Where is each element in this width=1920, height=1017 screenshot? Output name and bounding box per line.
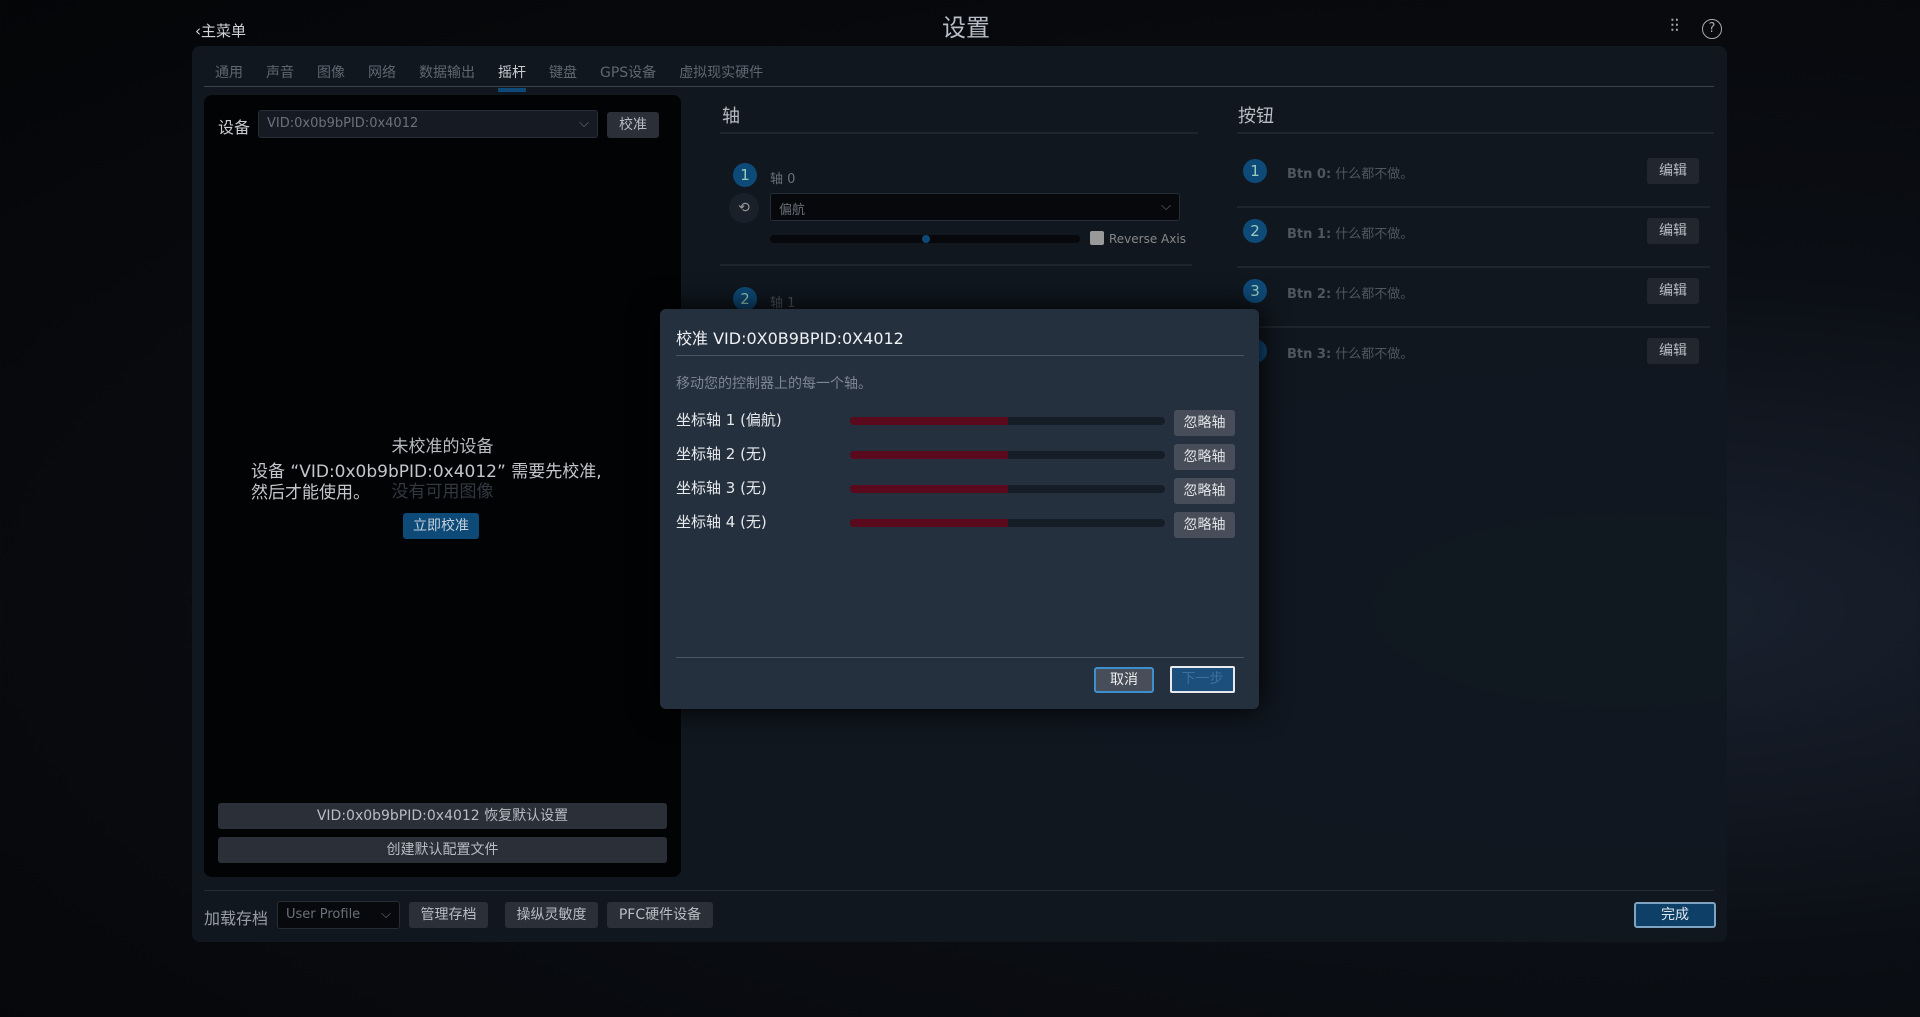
calibrate-now-button[interactable]: 立即校准	[403, 513, 479, 539]
profile-select-value: User Profile	[286, 907, 361, 922]
button-action: 什么都不做。	[1335, 227, 1414, 242]
edit-button[interactable]: 编辑	[1647, 218, 1699, 244]
button-action: 什么都不做。	[1335, 287, 1414, 302]
axis-calibration-fill	[850, 451, 1008, 459]
button-list: 1 Btn 0: 什么都不做。 编辑 2 Btn 1: 什么都不做。 编辑 3 Btn 2…	[1237, 148, 1710, 388]
ignore-axis-button[interactable]: 忽略轴	[1174, 444, 1235, 470]
manage-profiles-button[interactable]: 管理存档	[409, 902, 488, 928]
divider	[720, 264, 1192, 266]
back-button[interactable]: ‹主菜单	[195, 20, 246, 41]
chevron-down-icon: ⌵	[1161, 199, 1171, 214]
edit-button[interactable]: 编辑	[1647, 278, 1699, 304]
list-item: 2 Btn 1: 什么都不做。 编辑	[1237, 208, 1710, 268]
profile-select[interactable]: User Profile ⌵	[277, 901, 400, 929]
axis-position-slider	[770, 235, 1080, 243]
device-select[interactable]: VID:0x0b9bPID:0x4012 ⌵	[258, 110, 598, 138]
list-item: 3 Btn 2: 什么都不做。 编辑	[1237, 268, 1710, 328]
button-action: 什么都不做。	[1335, 347, 1414, 362]
edit-button[interactable]: 编辑	[1647, 338, 1699, 364]
tab-general[interactable]: 通用	[215, 62, 243, 92]
tab-graphics[interactable]: 图像	[317, 62, 345, 92]
help-icon[interactable]: ?	[1702, 19, 1722, 39]
list-item: 1 Btn 0: 什么都不做。 编辑	[1237, 148, 1710, 208]
divider	[676, 355, 1244, 356]
dialog-title: 校准 VID:0X0B9BPID:0X4012	[676, 329, 904, 348]
sensitivity-button[interactable]: 操纵灵敏度	[505, 902, 598, 928]
back-label: 主菜单	[201, 22, 247, 40]
button-action: 什么都不做。	[1335, 167, 1414, 182]
calibration-message: 设备 “VID:0x0b9bPID:0x4012” 需要先校准, 然后才能使用。	[251, 462, 602, 504]
device-select-value: VID:0x0b9bPID:0x4012	[267, 116, 419, 131]
button-id: Btn 2:	[1287, 287, 1332, 302]
tab-joystick[interactable]: 摇杆	[498, 62, 526, 92]
tab-data-output[interactable]: 数据输出	[419, 62, 475, 92]
axis-calibration-bar	[850, 417, 1165, 425]
axis-label: 轴 0	[770, 172, 796, 187]
ignore-axis-button[interactable]: 忽略轴	[1174, 410, 1235, 436]
tab-sound[interactable]: 声音	[266, 62, 294, 92]
axis-number: 2	[733, 287, 757, 311]
axis-row-label: 坐标轴 4 (无)	[676, 513, 767, 531]
pfc-hardware-button[interactable]: PFC硬件设备	[607, 902, 713, 928]
yaw-rotation-icon: ⟲	[729, 193, 759, 223]
slider-thumb	[922, 235, 930, 243]
button-number: 3	[1243, 279, 1267, 303]
button-id: Btn 0:	[1287, 167, 1332, 182]
divider	[1237, 132, 1714, 134]
reverse-axis-checkbox[interactable]	[1090, 231, 1104, 245]
load-profile-label: 加载存档	[204, 909, 269, 928]
divider	[204, 890, 1714, 891]
restore-defaults-button[interactable]: VID:0x0b9bPID:0x4012 恢复默认设置	[218, 803, 667, 829]
axis-row-label: 坐标轴 1 (偏航)	[676, 411, 782, 429]
message-line: 然后才能使用。	[251, 483, 370, 503]
axis-calibration-bar	[850, 451, 1165, 459]
chevron-down-icon: ⌵	[579, 116, 589, 131]
dialog-instruction: 移动您的控制器上的每一个轴。	[676, 376, 872, 392]
divider	[676, 657, 1244, 658]
tab-bar: 通用 声音 图像 网络 数据输出 摇杆 键盘 GPS设备 虚拟现实硬件	[215, 62, 786, 92]
ignore-axis-button[interactable]: 忽略轴	[1174, 512, 1235, 538]
axis-row-label: 坐标轴 3 (无)	[676, 479, 767, 497]
axis-calibration-fill	[850, 485, 1008, 493]
tab-gps[interactable]: GPS设备	[600, 62, 656, 92]
axis-calibration-bar	[850, 519, 1165, 527]
reverse-axis-label: Reverse Axis	[1109, 232, 1186, 246]
chevron-down-icon: ⌵	[381, 907, 391, 922]
button-number: 2	[1243, 219, 1267, 243]
calibration-dialog: 校准 VID:0X0B9BPID:0X4012 移动您的控制器上的每一个轴。 坐…	[660, 309, 1259, 709]
axis-assignment-select[interactable]: 偏航 ⌵	[770, 193, 1180, 221]
divider	[720, 132, 1198, 134]
axis-calibration-fill	[850, 417, 1008, 425]
message-line: 设备 “VID:0x0b9bPID:0x4012” 需要先校准,	[251, 462, 602, 482]
cancel-button[interactable]: 取消	[1094, 667, 1154, 693]
axis-assignment-value: 偏航	[779, 203, 806, 218]
uncalibrated-title: 未校准的设备	[391, 437, 494, 457]
divider	[204, 86, 1714, 87]
ignore-axis-button[interactable]: 忽略轴	[1174, 478, 1235, 504]
axis-calibration-bar	[850, 485, 1165, 493]
calibrate-button[interactable]: 校准	[607, 112, 659, 138]
list-item: 4Btn 3: 什么都不做。编辑	[1237, 328, 1710, 388]
buttons-heading: 按钮	[1238, 106, 1274, 127]
tab-network[interactable]: 网络	[368, 62, 396, 92]
device-label: 设备	[218, 118, 251, 137]
next-button[interactable]: 下一步	[1170, 666, 1235, 693]
axes-heading: 轴	[722, 106, 740, 127]
axis-row-label: 坐标轴 2 (无)	[676, 445, 767, 463]
axis-calibration-fill	[850, 519, 1008, 527]
button-number: 1	[1243, 159, 1267, 183]
axis-number: 1	[733, 163, 757, 187]
button-id: Btn 1:	[1287, 227, 1332, 242]
page-title: 设置	[942, 14, 990, 42]
sliders-icon[interactable]: ⫶⫶	[1670, 16, 1679, 37]
tab-keyboard[interactable]: 键盘	[549, 62, 577, 92]
edit-button[interactable]: 编辑	[1647, 158, 1699, 184]
create-profile-button[interactable]: 创建默认配置文件	[218, 837, 667, 863]
tab-vr[interactable]: 虚拟现实硬件	[679, 62, 763, 92]
done-button[interactable]: 完成	[1634, 902, 1716, 928]
button-id: Btn 3:	[1287, 347, 1332, 362]
